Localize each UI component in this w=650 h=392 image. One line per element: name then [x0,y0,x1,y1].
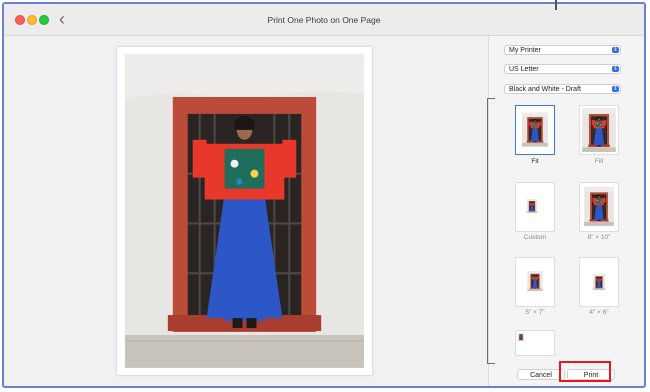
print-window: ‹ Print One Photo on One Page My Printer… [2,2,646,388]
chevron-updown-icon: ⇕ [612,86,619,92]
layout-small-thumbnail[interactable] [515,330,555,356]
fill-preview-image [580,106,618,154]
paper-size-value: US Letter [509,66,539,73]
layout-4x6-label: 4" × 6" [589,309,609,316]
photo-image [125,54,364,368]
title-bar: ‹ Print One Photo on One Page [4,4,644,36]
layout-5x7-label: 5" × 7" [525,309,545,316]
4x6-preview-image [580,258,618,306]
fit-preview-image [516,106,554,154]
printer-select[interactable]: My Printer ⇕ [504,45,621,55]
layout-8x10-thumbnail[interactable] [579,182,619,232]
custom-preview-image [516,183,554,231]
chevron-updown-icon: ⇕ [612,47,619,53]
layout-fit-label: Fit [531,158,539,165]
layout-fill-label: Fill [594,158,604,165]
print-options-sidebar: My Printer ⇕ US Letter ⇕ Black and White… [487,36,644,386]
layout-fill-thumbnail[interactable] [579,105,619,155]
5x7-preview-image [516,258,554,306]
quality-select[interactable]: Black and White - Draft ⇕ [504,84,621,94]
paper-size-select[interactable]: US Letter ⇕ [504,64,621,74]
window-title: Print One Photo on One Page [267,15,381,25]
print-button-highlight [559,361,611,382]
cancel-button[interactable]: Cancel [517,369,565,380]
small-preview-image [516,331,554,355]
chevron-updown-icon: ⇕ [612,66,619,72]
layout-fit-thumbnail[interactable] [515,105,555,155]
print-preview-area [4,36,488,386]
layout-5x7-thumbnail[interactable] [515,257,555,307]
layout-custom-label: Custom [523,234,547,241]
annotation-line [555,0,557,10]
layout-bracket [487,98,495,364]
layout-custom-thumbnail[interactable] [515,182,555,232]
paper-preview [117,47,372,375]
printer-select-value: My Printer [509,47,541,54]
layout-4x6-thumbnail[interactable] [579,257,619,307]
8x10-preview-image [580,183,618,231]
photo-preview [125,54,364,368]
layout-8x10-label: 8" × 10" [587,234,611,241]
quality-value: Black and White - Draft [509,86,581,93]
